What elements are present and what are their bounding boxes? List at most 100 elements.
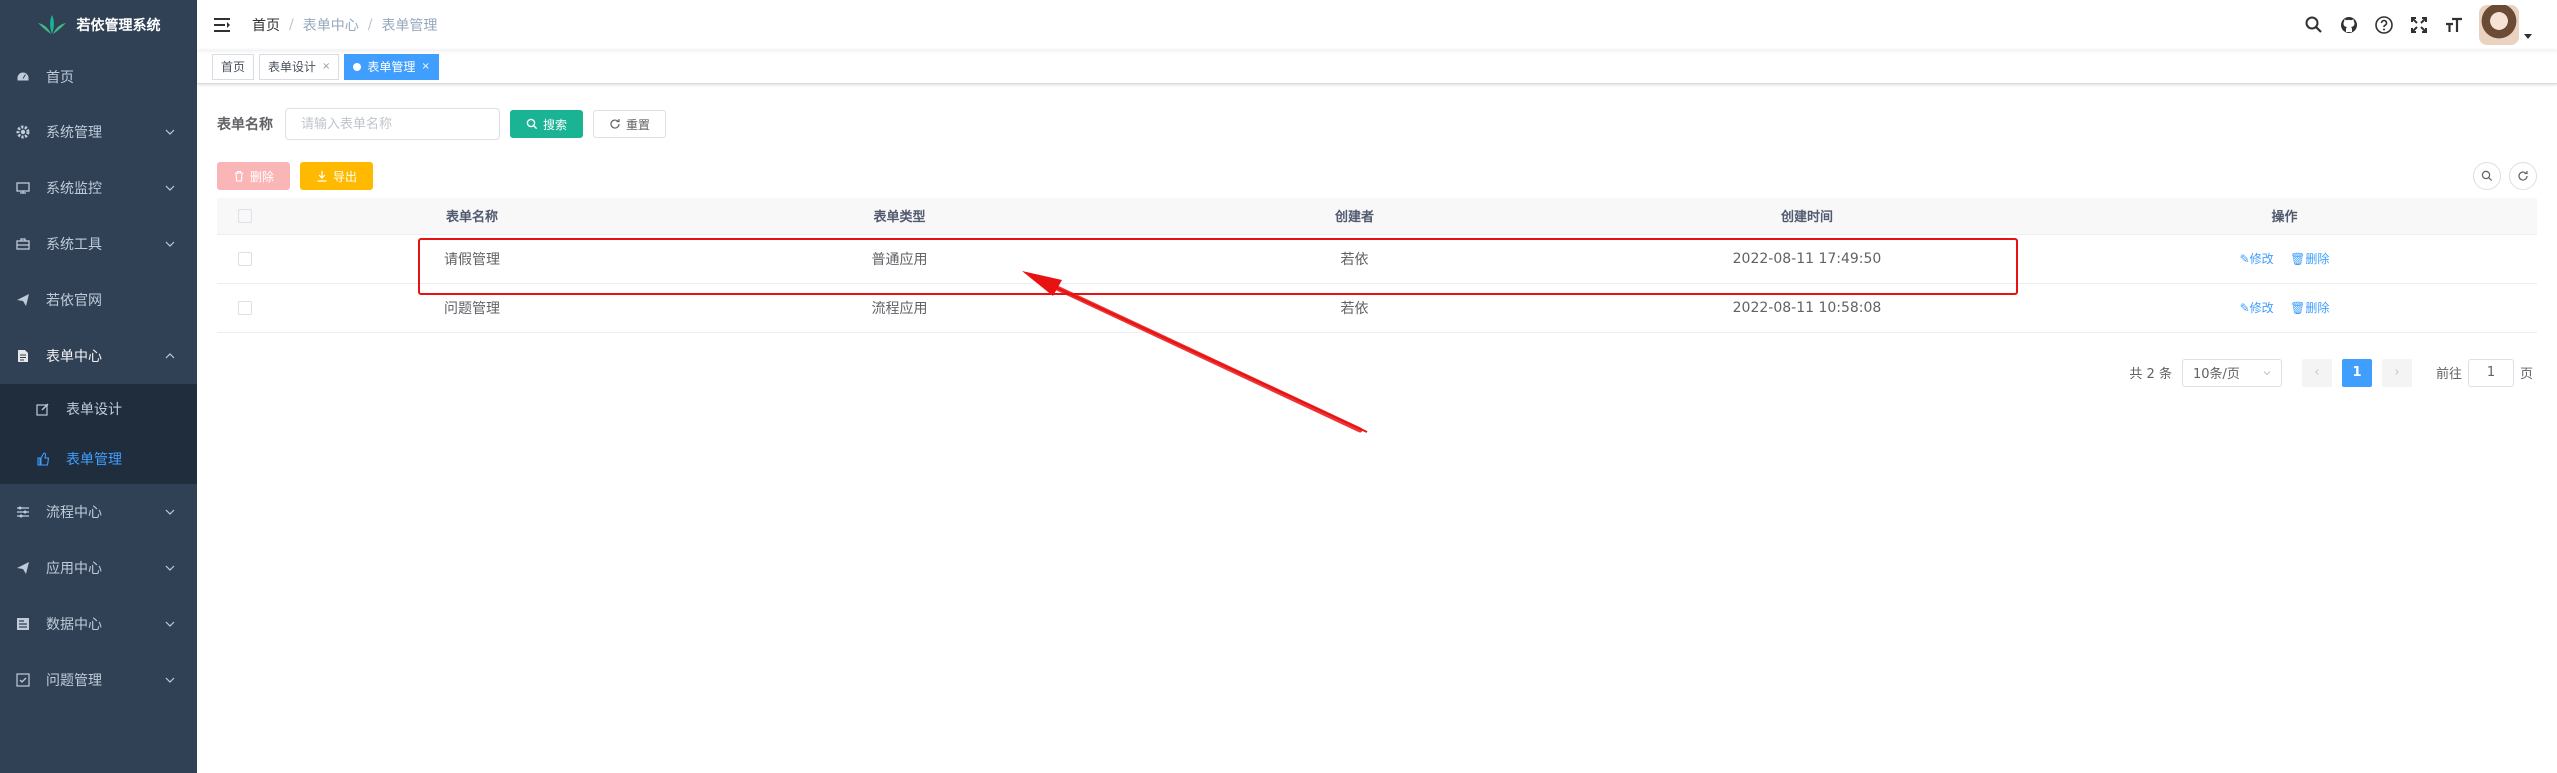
refresh-icon [2518,171,2528,181]
table-header-row: 表单名称 表单类型 创建者 创建时间 操作 [217,198,2537,235]
page-number-current[interactable]: 1 [2341,358,2372,387]
chart-icon [16,617,30,631]
sidebar-item-label: 流程中心 [46,505,102,521]
toolbox-icon [16,237,30,251]
tag-form-manage[interactable]: 表单管理 × [344,53,439,80]
search-icon [526,118,538,130]
github-icon[interactable] [2339,15,2359,35]
column-header: 创建者 [1127,198,1582,235]
avatar[interactable] [2479,5,2519,45]
close-icon[interactable]: × [421,55,429,79]
logo[interactable]: 若依管理系统 [0,0,197,50]
font-size-icon[interactable] [2444,15,2464,35]
dashboard-icon [16,70,30,84]
table-toolbar: 删除 导出 [217,162,2537,190]
page-unit-label: 页 [2519,367,2533,382]
navbar: 首页 / 表单中心 / 表单管理 [197,0,2557,50]
caret-down-icon[interactable] [2523,31,2533,41]
sidebar-item-data-center[interactable]: 数据中心 [0,596,197,652]
breadcrumb-item-home[interactable]: 首页 [252,15,280,35]
cell-actions: ✎修改 🗑删除 [2032,234,2537,284]
delete-link[interactable]: 🗑删除 [2290,301,2329,315]
main-area: 首页 / 表单中心 / 表单管理 首页 表单设计 × 表单管理 × 表单名称 请… [197,0,2557,773]
close-icon[interactable]: × [322,55,330,79]
chevron-down-icon [165,621,175,627]
pagination: 共 2 条 10条/页 ‹ 1 › 前往 1 页 [217,358,2537,387]
search-button[interactable]: 搜索 [510,110,584,138]
delete-link[interactable]: 🗑删除 [2290,252,2329,266]
page-size-value: 10条/页 [2192,367,2240,382]
edit-link-label: 修改 [2249,252,2274,266]
edit-link[interactable]: ✎修改 [2240,252,2274,266]
sliders-icon [16,505,30,519]
row-checkbox[interactable] [237,300,252,315]
sidebar-item-form-manage[interactable]: 表单管理 [0,434,197,484]
column-header: 创建时间 [1582,198,2032,235]
select-all-checkbox[interactable] [237,208,252,223]
sidebar-item-label: 表单中心 [46,349,102,365]
page-size-select[interactable]: 10条/页 [2181,358,2282,387]
sidebar: 若依管理系统 首页 系统管理 系统监控 系统工具 若依官网 表单中心 表单设计 … [0,0,197,773]
sidebar-item-label: 问题管理 [46,673,102,689]
chevron-down-icon [165,185,175,191]
chevron-down-icon [165,565,175,571]
hamburger-icon[interactable] [212,15,232,35]
tag-label: 首页 [221,59,246,74]
form-name-input[interactable] [285,108,500,140]
sidebar-item-app-center[interactable]: 应用中心 [0,540,197,596]
sidebar-item-website[interactable]: 若依官网 [0,272,197,328]
search-icon[interactable] [2304,15,2324,35]
column-header: 操作 [2032,198,2537,235]
search-button-label: 搜索 [543,117,568,132]
row-checkbox[interactable] [237,251,252,266]
tag-form-design[interactable]: 表单设计 × [259,53,340,80]
trash-icon [235,170,243,182]
sidebar-item-tools[interactable]: 系统工具 [0,216,197,272]
sidebar-item-home[interactable]: 首页 [0,50,197,104]
reset-button[interactable]: 重置 [593,110,667,138]
sidebar-item-issue-manage[interactable]: 问题管理 [0,652,197,708]
prev-page-button[interactable]: ‹ [2301,358,2332,387]
edit-link[interactable]: ✎修改 [2240,301,2274,315]
sidebar-item-label: 表单管理 [66,452,122,468]
goto-page-input[interactable]: 1 [2467,358,2514,387]
chevron-down-icon [165,241,175,247]
send-icon [16,561,30,575]
app-title: 若依管理系统 [76,18,161,34]
sidebar-item-label: 首页 [46,70,74,86]
thumb-icon [36,452,50,466]
sidebar-item-form-design[interactable]: 表单设计 [0,384,197,434]
sidebar-item-label: 数据中心 [46,617,102,633]
fullscreen-icon[interactable] [2409,15,2429,35]
toggle-search-button[interactable] [2473,162,2501,190]
page-jumper: 前往 1 页 [2436,358,2533,387]
breadcrumb-item-form-center: 表单中心 [302,18,359,34]
chevron-down-icon [2263,370,2271,375]
sidebar-item-form-center[interactable]: 表单中心 [0,328,197,384]
chevron-up-icon [165,353,175,359]
refresh-icon [610,119,620,129]
chevron-down-icon [165,129,175,135]
next-page-button[interactable]: › [2381,358,2412,387]
search-form: 表单名称 搜索 重置 [217,108,2537,140]
export-button[interactable]: 导出 [300,162,374,190]
sidebar-item-process-center[interactable]: 流程中心 [0,484,197,540]
sidebar-item-label: 系统管理 [46,125,102,141]
sidebar-item-system[interactable]: 系统管理 [0,104,197,160]
export-button-label: 导出 [333,169,358,184]
sidebar-item-monitor[interactable]: 系统监控 [0,160,197,216]
delete-button[interactable]: 删除 [217,162,291,190]
form-center-submenu: 表单设计 表单管理 [0,384,197,484]
column-header: 表单名称 [272,198,672,235]
breadcrumb-separator: / [289,17,294,33]
help-icon[interactable] [2374,15,2394,35]
breadcrumb-separator: / [367,17,373,33]
refresh-button[interactable] [2509,162,2537,190]
reset-button-label: 重置 [626,117,651,132]
logo-icon [37,15,66,34]
tag-home[interactable]: 首页 [212,53,255,80]
chevron-down-icon [165,677,175,683]
right-toolbar [2473,162,2537,190]
form-name-label: 表单名称 [217,117,273,133]
chevron-down-icon [165,509,175,515]
